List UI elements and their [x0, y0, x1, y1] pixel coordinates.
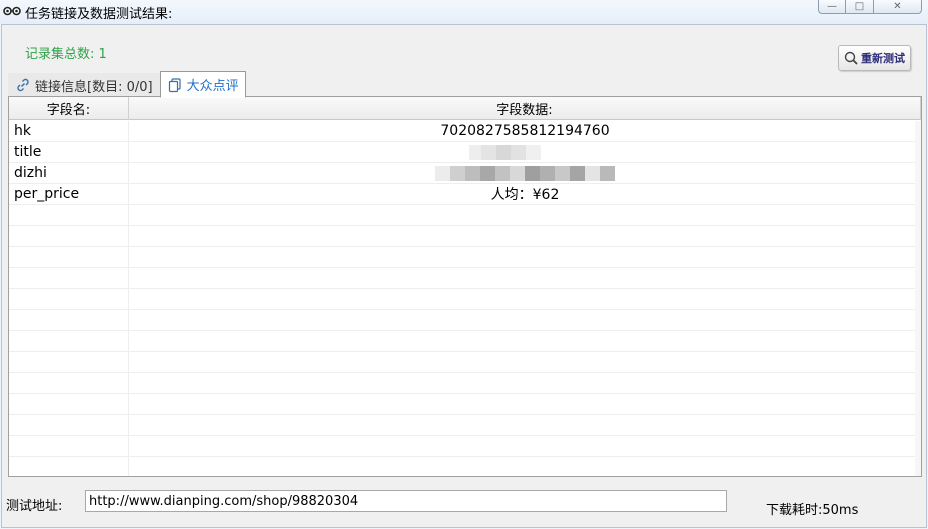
empty-row [9, 310, 921, 331]
pixelated-title-value [469, 144, 541, 160]
table-row[interactable]: hk 7020827585812194760 [9, 121, 921, 142]
table-row[interactable]: per_price 人均：¥62 [9, 184, 921, 205]
empty-row [9, 247, 921, 268]
empty-row [9, 226, 921, 247]
empty-row [9, 394, 921, 415]
total-records-label: 记录集总数: 1 [25, 47, 107, 62]
tab-dianping-label: 大众点评 [186, 79, 239, 94]
tab-link-info[interactable]: 链接信息[数目: 0/0] [8, 73, 160, 97]
empty-row [9, 331, 921, 352]
empty-row [9, 436, 921, 457]
empty-row [9, 457, 921, 476]
empty-row [9, 415, 921, 436]
retest-label: 重新测试 [861, 52, 905, 65]
close-icon: ✕ [893, 1, 902, 12]
column-header-field-name[interactable]: 字段名: [9, 97, 129, 120]
field-name-cell: title [9, 142, 129, 162]
tab-bar: 链接信息[数目: 0/0] 大众点评 [8, 71, 246, 98]
copy-pages-icon [168, 77, 181, 92]
close-button[interactable]: ✕ [874, 0, 922, 14]
window-controls: — □ ✕ [818, 0, 922, 14]
empty-row [9, 373, 921, 394]
retest-button[interactable]: 重新测试 [838, 45, 911, 71]
minimize-button[interactable]: — [818, 0, 846, 14]
search-icon [844, 51, 858, 65]
column-header-field-data[interactable]: 字段数据: [129, 97, 921, 120]
tab-dianping[interactable]: 大众点评 [159, 71, 246, 98]
maximize-button[interactable]: □ [846, 0, 874, 14]
table-row[interactable]: title [9, 142, 921, 163]
main-panel: 记录集总数: 1 重新测试 链接信息[数目: 0/0] 大众点评 字段名: 字段… [1, 24, 927, 528]
grid-header: 字段名: 字段数据: [9, 97, 921, 120]
maximize-icon: □ [854, 1, 865, 12]
grid-rows: hk 7020827585812194760 title dizhi per_p… [9, 121, 921, 476]
field-name-cell: per_price [9, 184, 129, 204]
test-url-input[interactable] [85, 490, 727, 512]
test-url-label: 测试地址: [6, 499, 63, 514]
result-grid: 字段名: 字段数据: hk 7020827585812194760 title … [8, 96, 922, 477]
table-row[interactable]: dizhi [9, 163, 921, 184]
empty-row [9, 268, 921, 289]
link-icon [17, 78, 29, 92]
minimize-icon: — [827, 1, 837, 12]
tab-link-info-label: 链接信息[数目: 0/0] [35, 79, 153, 95]
field-name-cell: hk [9, 121, 129, 141]
window-title: 任务链接及数据测试结果: [25, 7, 173, 22]
title-bar: 任务链接及数据测试结果: — □ ✕ [0, 0, 928, 24]
field-name-cell: dizhi [9, 163, 129, 183]
pixelated-address-value [435, 165, 615, 181]
empty-row [9, 352, 921, 373]
field-data-cell: 人均：¥62 [490, 187, 560, 203]
vertical-scrollbar[interactable] [915, 121, 921, 476]
field-data-cell-blurred [129, 142, 921, 162]
download-time-label: 下载耗时:50ms [766, 503, 859, 518]
empty-row [9, 205, 921, 226]
empty-row [9, 289, 921, 310]
glasses-icon [3, 6, 21, 16]
field-data-cell: 7020827585812194760 [440, 123, 610, 139]
field-data-cell-blurred [129, 163, 921, 183]
